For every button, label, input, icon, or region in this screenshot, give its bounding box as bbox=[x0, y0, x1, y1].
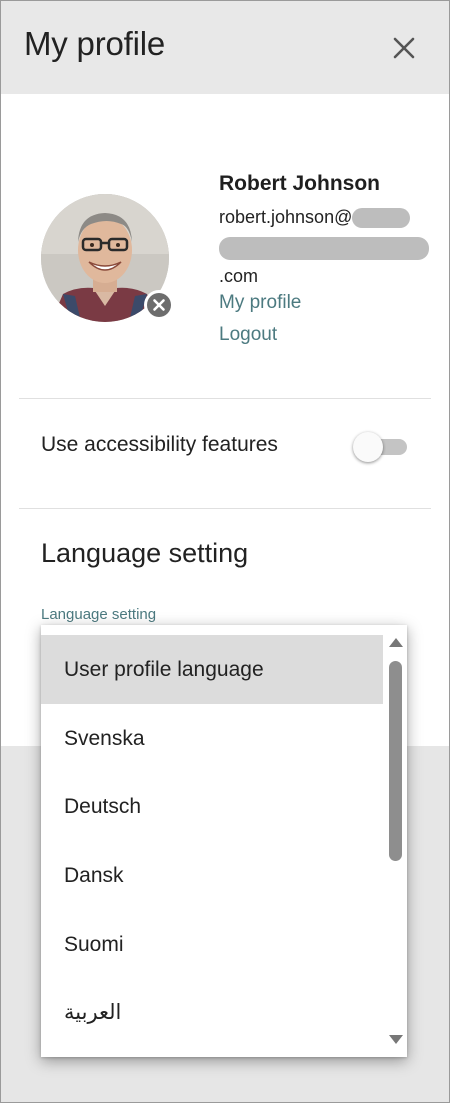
toggle-knob bbox=[353, 432, 383, 462]
language-field-label: Language setting bbox=[41, 606, 157, 623]
divider bbox=[19, 398, 431, 399]
language-option[interactable]: Svenska bbox=[41, 704, 383, 773]
accessibility-label: Use accessibility features bbox=[41, 433, 278, 456]
divider bbox=[19, 508, 431, 509]
accessibility-toggle[interactable] bbox=[353, 432, 409, 462]
scroll-up-arrow-icon[interactable] bbox=[388, 635, 404, 647]
language-section-title: Language setting bbox=[41, 538, 249, 568]
remove-x-icon bbox=[147, 293, 171, 317]
email-prefix: robert.johnson@ bbox=[219, 207, 353, 227]
language-option[interactable]: Dansk bbox=[41, 841, 383, 910]
redacted-block bbox=[352, 207, 411, 228]
dialog-title: My profile bbox=[24, 25, 166, 62]
language-option[interactable]: User profile language bbox=[41, 635, 383, 704]
user-email: robert.johnson@ bbox=[219, 207, 411, 228]
email-suffix: .com bbox=[219, 266, 259, 286]
user-name: Robert Johnson bbox=[219, 172, 380, 195]
avatar-container bbox=[41, 194, 174, 322]
language-option[interactable]: Suomi bbox=[41, 910, 383, 979]
logout-link[interactable]: Logout bbox=[219, 324, 277, 346]
language-dropdown-list[interactable]: User profile language Svenska Deutsch Da… bbox=[41, 625, 407, 1057]
scroll-down-arrow-icon[interactable] bbox=[388, 1033, 404, 1045]
avatar-remove-button[interactable] bbox=[144, 290, 174, 320]
redacted-block bbox=[219, 237, 429, 260]
scrollbar-thumb[interactable] bbox=[389, 661, 402, 861]
profile-dialog: My profile Robert Johnson robert.johnson… bbox=[0, 0, 450, 1103]
language-option[interactable]: Deutsch bbox=[41, 772, 383, 841]
close-icon bbox=[393, 37, 415, 59]
dialog-header: My profile bbox=[1, 1, 449, 94]
my-profile-link[interactable]: My profile bbox=[219, 292, 301, 314]
close-button[interactable] bbox=[387, 31, 421, 65]
language-option[interactable]: العربية bbox=[41, 978, 383, 1047]
